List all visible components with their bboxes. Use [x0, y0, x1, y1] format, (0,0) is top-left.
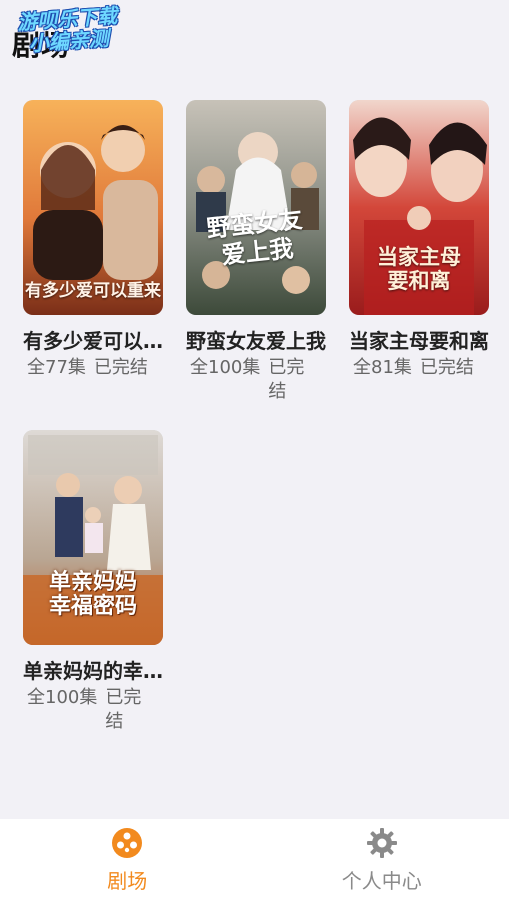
- poster-title-text: 单亲妈妈 幸福密码: [48, 569, 137, 619]
- drama-poster[interactable]: 野蛮女友 爱上我: [186, 100, 326, 315]
- tab-label: 剧场: [107, 869, 148, 893]
- drama-title[interactable]: 当家主母要和离: [349, 325, 489, 354]
- header: 剧场 游呗乐下载 小编亲测: [0, 0, 509, 80]
- drama-card[interactable]: 有多少爱可以重来 有多少爱可以重来 全77集 已完结: [23, 100, 163, 380]
- episode-count: 全100集: [190, 357, 261, 378]
- drama-card[interactable]: 当家主母 要和离 当家主母要和离 全81集 已完结: [349, 100, 489, 380]
- drama-meta: 全100集 已完结: [23, 686, 163, 734]
- watermark-overlay: 游呗乐下载 小编亲测: [17, 4, 120, 56]
- completion-status: 已完结: [93, 357, 148, 378]
- tab-profile[interactable]: 个人中心: [255, 819, 509, 901]
- drama-poster[interactable]: 当家主母 要和离: [349, 100, 489, 315]
- drama-meta: 全77集 已完结: [23, 356, 163, 380]
- gear-icon: [366, 828, 397, 858]
- episode-count: 全81集: [353, 357, 412, 378]
- completion-status: 已完结: [268, 357, 305, 402]
- film-reel-icon: [112, 828, 143, 858]
- drama-poster[interactable]: 单亲妈妈 幸福密码: [23, 430, 163, 645]
- bottom-tab-bar: 剧场 个人中心: [0, 819, 509, 901]
- drama-meta: 全100集 已完结: [186, 356, 326, 404]
- completion-status: 已完结: [105, 687, 142, 732]
- poster-title-text: 有多少爱可以重来: [25, 281, 161, 301]
- drama-title[interactable]: 野蛮女友爱上我: [186, 325, 326, 354]
- tab-theater[interactable]: 剧场: [0, 819, 255, 901]
- drama-title[interactable]: 单亲妈妈的幸福密码: [23, 655, 163, 684]
- drama-card[interactable]: 野蛮女友 爱上我 野蛮女友爱上我 全100集 已完结: [186, 100, 326, 404]
- completion-status: 已完结: [419, 357, 474, 378]
- watermark-line-2: 小编亲测: [28, 26, 110, 56]
- tab-label: 个人中心: [341, 869, 422, 893]
- drama-title[interactable]: 有多少爱可以重来: [23, 325, 163, 354]
- drama-poster[interactable]: 有多少爱可以重来: [23, 100, 163, 315]
- drama-card[interactable]: 单亲妈妈 幸福密码 单亲妈妈的幸福密码 全100集 已完结: [23, 430, 163, 734]
- episode-count: 全77集: [27, 357, 86, 378]
- drama-meta: 全81集 已完结: [349, 356, 489, 380]
- episode-count: 全100集: [27, 687, 98, 708]
- poster-title-text: 当家主母 要和离: [377, 244, 461, 293]
